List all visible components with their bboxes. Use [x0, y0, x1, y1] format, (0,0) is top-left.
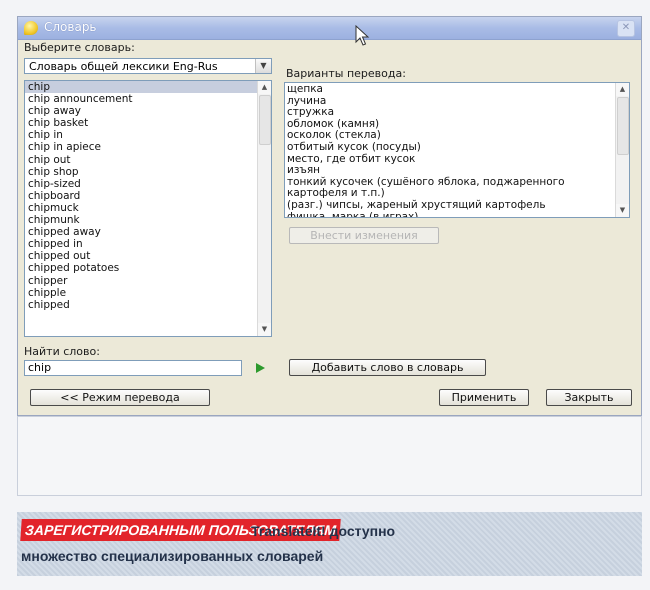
- lower-panel: [17, 416, 642, 496]
- list-item[interactable]: chipboard: [25, 190, 257, 202]
- list-item[interactable]: chip out: [25, 154, 257, 166]
- list-item[interactable]: chip in: [25, 129, 257, 141]
- translation-line[interactable]: фишка, марка (в играх): [287, 211, 613, 217]
- scroll-up-icon[interactable]: ▲: [616, 83, 629, 96]
- list-item[interactable]: chipmunk: [25, 214, 257, 226]
- list-item[interactable]: chipped: [25, 299, 257, 311]
- dictionary-select-value: Словарь общей лексики Eng-Rus: [29, 60, 218, 73]
- list-item[interactable]: chip basket: [25, 117, 257, 129]
- window-title: Словарь: [44, 20, 97, 34]
- list-item[interactable]: chipped away: [25, 226, 257, 238]
- list-item[interactable]: chipped in: [25, 238, 257, 250]
- translation-line[interactable]: изъян: [287, 165, 613, 177]
- go-arrow-icon[interactable]: [250, 360, 270, 376]
- scroll-down-icon[interactable]: ▼: [616, 204, 629, 217]
- promo-banner: ЗАРЕГИСТРИРОВАННЫМ ПОЛЬЗОВАТЕЛЯМ Transla…: [17, 512, 642, 576]
- add-word-button[interactable]: Добавить слово в словарь: [289, 359, 486, 376]
- list-item[interactable]: chipper: [25, 275, 257, 287]
- close-button[interactable]: Закрыть: [546, 389, 632, 406]
- word-list-scrollbar[interactable]: ▲ ▼: [257, 81, 271, 336]
- dictionary-select[interactable]: Словарь общей лексики Eng-Rus ▼: [24, 58, 272, 74]
- mouse-cursor-icon: [355, 25, 370, 46]
- apply-changes-button[interactable]: Внести изменения: [289, 227, 439, 244]
- translate-mode-button[interactable]: << Режим перевода: [30, 389, 210, 406]
- word-list-items: chip chip announcement chip away chip baske…: [25, 81, 257, 311]
- banner-line-2: множество специализированных словарей: [21, 548, 324, 564]
- translation-line[interactable]: отбитый кусок (посуды): [287, 141, 613, 154]
- translation-line[interactable]: щепка: [287, 83, 613, 96]
- title-bar[interactable]: Словарь ✕: [18, 17, 641, 40]
- translation-line[interactable]: (разг.) чипсы, жареный хрустящий картофе…: [287, 199, 613, 212]
- banner-line-1: TranslateIt! доступно: [251, 523, 396, 539]
- scroll-down-icon[interactable]: ▼: [258, 323, 271, 336]
- translations-box[interactable]: щепка лучина стружка обломок (камня) осколок…: [284, 82, 630, 218]
- list-item[interactable]: chip-sized: [25, 178, 257, 190]
- list-item[interactable]: chip in apiece: [25, 141, 257, 153]
- list-item[interactable]: chipped out: [25, 250, 257, 262]
- choose-dictionary-label: Выберите словарь:: [24, 41, 135, 54]
- translations-scroll-thumb[interactable]: [617, 97, 629, 155]
- apply-button[interactable]: Применить: [439, 389, 529, 406]
- translation-line[interactable]: место, где отбит кусок: [287, 153, 613, 166]
- close-icon[interactable]: ✕: [617, 20, 635, 37]
- list-item[interactable]: chipmuck: [25, 202, 257, 214]
- word-list-scroll-thumb[interactable]: [259, 95, 271, 145]
- variants-label: Варианты перевода:: [286, 67, 406, 80]
- word-list[interactable]: chip chip announcement chip away chip baske…: [24, 80, 272, 337]
- list-item[interactable]: chip announcement: [25, 93, 257, 105]
- find-word-label: Найти слово:: [24, 345, 100, 358]
- list-item[interactable]: chip shop: [25, 166, 257, 178]
- translation-line[interactable]: лучина: [287, 95, 613, 108]
- dictionary-app-icon: [24, 21, 38, 35]
- translations-list: щепка лучина стружка обломок (камня) осколок…: [287, 83, 613, 217]
- chevron-down-icon[interactable]: ▼: [255, 59, 271, 73]
- list-item[interactable]: chipple: [25, 287, 257, 299]
- scroll-up-icon[interactable]: ▲: [258, 81, 271, 94]
- list-item[interactable]: chipped potatoes: [25, 262, 257, 274]
- list-item[interactable]: chip: [25, 81, 257, 94]
- list-item[interactable]: chip away: [25, 105, 257, 117]
- translations-scrollbar[interactable]: ▲ ▼: [615, 83, 629, 217]
- search-word-input[interactable]: chip: [24, 360, 242, 376]
